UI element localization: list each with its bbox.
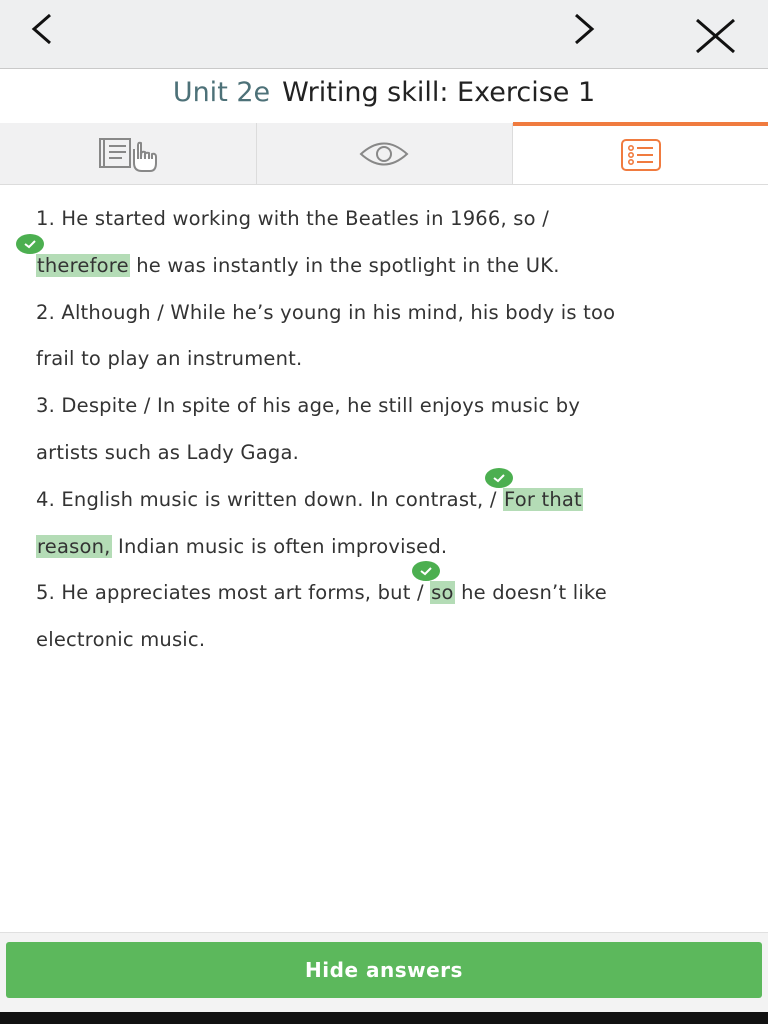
tab-instructions[interactable] xyxy=(0,123,257,184)
question-1: 1. He started working with the Beatles i… xyxy=(16,196,726,290)
question-text: 1. He started working with the Beatles i… xyxy=(36,207,549,230)
correct-answer[interactable]: therefore xyxy=(16,233,130,277)
correct-answer[interactable]: For that xyxy=(485,467,583,511)
close-icon[interactable] xyxy=(694,18,738,54)
question-text: Indian music is often improvised. xyxy=(118,534,448,558)
chevron-right-icon[interactable] xyxy=(570,12,598,46)
check-icon xyxy=(412,561,441,582)
question-text: 3. Despite / In spite of his age, he sti… xyxy=(36,394,581,418)
unit-label: Unit 2e xyxy=(172,77,271,108)
correct-answer[interactable]: so xyxy=(412,561,455,605)
question-text: frail to play an instrument. xyxy=(36,347,303,371)
title-bar: Unit 2e Writing skill: Exercise 1 xyxy=(0,69,768,121)
check-icon xyxy=(485,467,513,488)
correct-answer-continued[interactable]: reason, xyxy=(36,534,112,558)
eye-icon xyxy=(359,142,409,165)
check-icon xyxy=(16,233,44,254)
page-title: Unit 2e Writing skill: Exercise 1 xyxy=(0,77,768,108)
question-text: 2. Although / While he’s young in his mi… xyxy=(36,300,616,324)
question-text: electronic music. xyxy=(36,628,206,652)
footer: Hide answers xyxy=(0,932,768,1013)
list-icon xyxy=(620,139,661,171)
question-text: he doesn’t like xyxy=(461,581,607,605)
question-text: 4. English music is written down. In con… xyxy=(36,487,497,511)
exercise-content: 1. He started working with the Beatles i… xyxy=(16,196,726,664)
question-2: 2. Although / While he’s young in his mi… xyxy=(36,290,726,384)
hide-answers-button[interactable]: Hide answers xyxy=(6,942,762,998)
tab-bar xyxy=(0,122,768,185)
top-navigation-bar xyxy=(0,0,768,69)
question-text: artists such as Lady Gaga. xyxy=(36,440,300,464)
question-text: he was instantly in the spotlight in the… xyxy=(136,253,560,277)
question-3: 3. Despite / In spite of his age, he sti… xyxy=(36,383,726,477)
exercise-title: Writing skill: Exercise 1 xyxy=(282,77,596,108)
bottom-edge xyxy=(0,1012,768,1024)
question-text: 5. He appreciates most art forms, but / xyxy=(36,581,424,605)
tab-preview[interactable] xyxy=(256,123,513,184)
reading-pointer-icon xyxy=(99,137,157,172)
question-4: 4. English music is written down. In con… xyxy=(36,467,726,571)
question-5: 5. He appreciates most art forms, but / … xyxy=(36,561,726,664)
tab-questions[interactable] xyxy=(513,122,768,184)
chevron-left-icon[interactable] xyxy=(28,12,56,46)
